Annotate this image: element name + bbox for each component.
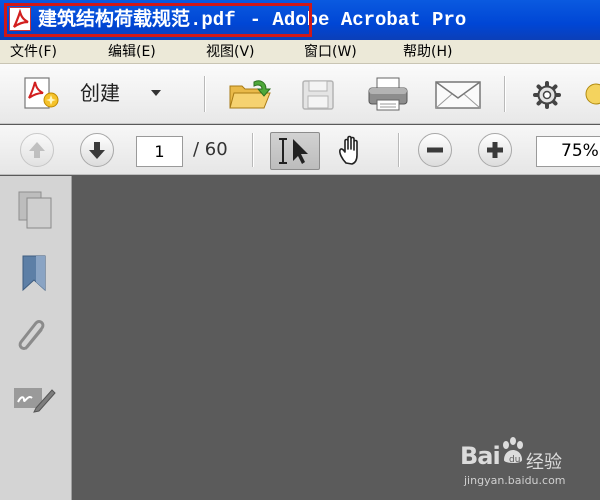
- zoom-in-button[interactable]: [478, 133, 512, 167]
- create-button-label[interactable]: 创建: [80, 81, 120, 105]
- arrow-down-icon: [89, 142, 105, 159]
- next-page-button[interactable]: [80, 133, 114, 167]
- select-tool-button[interactable]: [270, 132, 320, 170]
- menu-bar: 文件(F) 编辑(E) 视图(V) 窗口(W) 帮助(H): [0, 40, 600, 64]
- pages-icon[interactable]: [16, 190, 56, 230]
- watermark-url: jingyan.baidu.com: [464, 474, 566, 487]
- minus-icon: [427, 147, 443, 153]
- hand-tool-icon[interactable]: [334, 133, 374, 169]
- main-toolbar: 创建: [0, 64, 600, 124]
- baidu-jingyan-watermark: Bai du 经验 jingyan.baidu.com: [458, 432, 598, 496]
- menu-file[interactable]: 文件(F): [10, 43, 57, 61]
- page-count: / 60: [193, 139, 228, 160]
- navigation-panel: [0, 176, 72, 500]
- page-number-input[interactable]: 1: [136, 136, 183, 167]
- menu-help[interactable]: 帮助(H): [403, 43, 452, 61]
- plus-icon: [487, 142, 503, 158]
- gear-icon[interactable]: [532, 80, 562, 110]
- paw-logo-icon: du: [503, 437, 523, 465]
- create-pdf-icon[interactable]: [22, 76, 62, 112]
- title-bar: 建筑结构荷载规范.pdf - Adobe Acrobat Pro: [0, 0, 600, 40]
- toolbar-divider: [504, 76, 505, 112]
- previous-page-button[interactable]: [20, 133, 54, 167]
- menu-window[interactable]: 窗口(W): [304, 43, 357, 61]
- open-folder-icon[interactable]: [228, 76, 274, 112]
- menu-view[interactable]: 视图(V): [206, 43, 255, 61]
- arrow-up-icon: [29, 142, 45, 158]
- chevron-down-icon[interactable]: [151, 90, 161, 96]
- toolbar-divider: [204, 76, 205, 112]
- watermark-brand: Bai: [460, 442, 501, 470]
- email-icon[interactable]: [434, 80, 482, 110]
- print-icon[interactable]: [366, 76, 410, 112]
- zoom-out-button[interactable]: [418, 133, 452, 167]
- attachment-icon[interactable]: [14, 316, 54, 356]
- light-bulb-icon[interactable]: [582, 80, 600, 110]
- toolbar-divider: [398, 133, 399, 167]
- title-highlight-box: [4, 3, 312, 37]
- zoom-level-field[interactable]: 75%: [536, 136, 600, 167]
- text-cursor-arrow-icon: [279, 138, 308, 164]
- watermark-site: 经验: [526, 452, 562, 473]
- svg-text:du: du: [509, 455, 520, 465]
- navigation-toolbar: 1 / 60 75%: [0, 125, 600, 175]
- bookmark-icon[interactable]: [18, 254, 52, 294]
- menu-edit[interactable]: 编辑(E): [108, 43, 156, 61]
- save-icon[interactable]: [300, 78, 336, 112]
- toolbar-divider: [252, 133, 253, 167]
- signature-icon[interactable]: [12, 382, 56, 416]
